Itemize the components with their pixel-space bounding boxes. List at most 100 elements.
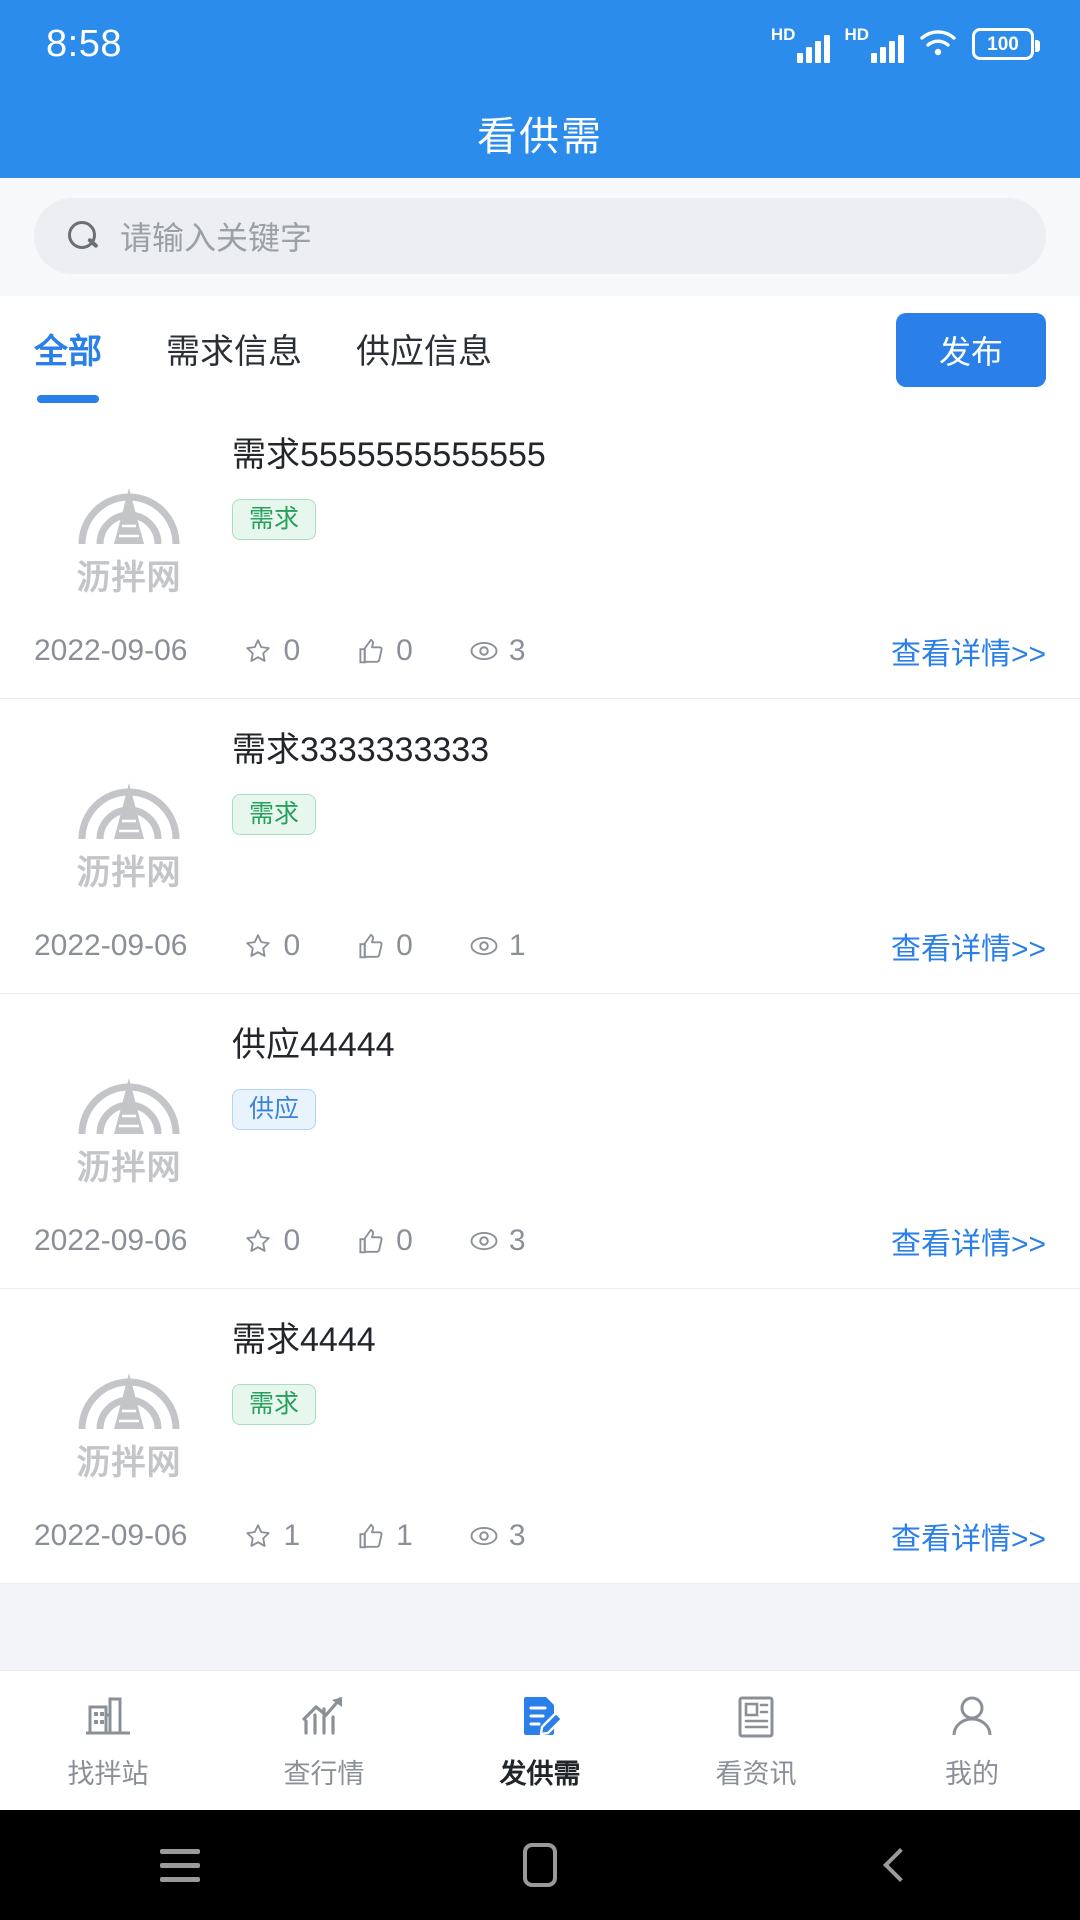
nav-item-find-plant[interactable]: 找拌站 (0, 1691, 216, 1791)
view-detail-link[interactable]: 查看详情>> (891, 1514, 1046, 1558)
back-icon (883, 1848, 917, 1882)
view-count: 3 (508, 1519, 526, 1552)
list-item-body: 沥拌网 供应44444 供应 (34, 994, 1046, 1194)
logo-text: 沥拌网 (76, 1443, 182, 1482)
logo-text: 沥拌网 (76, 1148, 182, 1187)
chart-trend-icon (302, 1696, 342, 1735)
nav-label: 看资讯 (715, 1758, 797, 1789)
like-stat: 0 (356, 634, 413, 668)
news-icon (738, 1696, 774, 1737)
arch-road-logo-icon (78, 487, 180, 544)
view-count: 1 (508, 929, 526, 962)
list-item-body: 沥拌网 需求4444 需求 (34, 1289, 1046, 1489)
publish-date: 2022-09-06 (34, 634, 188, 667)
view-count: 3 (508, 1224, 526, 1257)
like-stat: 1 (356, 1519, 413, 1553)
tab-supply[interactable]: 供应信息 (356, 324, 492, 377)
list-item[interactable]: 沥拌网 需求3333333333 需求 2022-09-06 0 0 1 查看详… (0, 699, 1080, 994)
logo-text: 沥拌网 (76, 558, 182, 597)
publish-date: 2022-09-06 (34, 929, 188, 962)
plant-icon (86, 1697, 130, 1734)
nav-item-profile[interactable]: 我的 (864, 1691, 1080, 1791)
recents-button[interactable] (0, 1848, 360, 1882)
list-item[interactable]: 沥拌网 需求5555555555555 需求 2022-09-06 0 0 3 … (0, 404, 1080, 699)
publish-date: 2022-09-06 (34, 1224, 188, 1257)
view-count: 3 (508, 634, 526, 667)
list-item-title: 需求3333333333 (232, 731, 490, 769)
eye-icon (470, 936, 498, 956)
status-badge: 供应 (232, 1088, 317, 1130)
like-stat: 0 (356, 929, 413, 963)
nav-label: 我的 (945, 1758, 999, 1789)
signal-bars-icon-1 (797, 33, 831, 63)
eye-icon (470, 641, 498, 661)
like-count: 0 (396, 634, 413, 667)
person-icon (952, 1696, 992, 1735)
supply-demand-list[interactable]: 沥拌网 需求5555555555555 需求 2022-09-06 0 0 3 … (0, 404, 1080, 1670)
search-placeholder: 请输入关键字 (120, 220, 313, 256)
view-stat: 3 (469, 1224, 526, 1258)
view-detail-link[interactable]: 查看详情>> (891, 629, 1046, 673)
publish-button[interactable]: 发布 (896, 313, 1046, 387)
list-item-meta: 2022-09-06 1 1 3 查看详情>> (34, 1489, 1046, 1583)
arch-road-logo-icon (78, 782, 180, 839)
thumbs-up-icon (359, 933, 383, 959)
search-section: 请输入关键字 (0, 178, 1080, 296)
nav-item-market[interactable]: 查行情 (216, 1691, 432, 1791)
list-item[interactable]: 沥拌网 供应44444 供应 2022-09-06 0 0 3 查看详情>> (0, 994, 1080, 1289)
search-icon (68, 221, 98, 251)
publish-date: 2022-09-06 (34, 1519, 188, 1552)
list-item[interactable]: 沥拌网 需求4444 需求 2022-09-06 1 1 3 查看详情>> (0, 1289, 1080, 1584)
recents-icon (160, 1848, 200, 1882)
thumbs-up-icon (359, 1228, 383, 1254)
battery-icon: 100 (972, 28, 1040, 60)
tab-bar: 全部 需求信息 供应信息 发布 (0, 296, 1080, 404)
nav-item-publish[interactable]: 发供需 (432, 1691, 648, 1791)
star-icon (246, 1229, 271, 1252)
favorite-count: 0 (283, 634, 301, 667)
status-icons: HD HD 100 (771, 26, 1040, 63)
system-navigation-bar (0, 1810, 1080, 1920)
placeholder-logo: 沥拌网 (34, 430, 224, 604)
thumbs-up-icon (359, 1523, 383, 1549)
view-detail-link[interactable]: 查看详情>> (891, 924, 1046, 968)
status-badge: 需求 (232, 793, 317, 835)
back-button[interactable] (720, 1848, 1080, 1882)
tab-demand[interactable]: 需求信息 (166, 324, 302, 377)
status-bar: 8:58 HD HD 100 (0, 0, 1080, 88)
view-detail-link[interactable]: 查看详情>> (891, 1219, 1046, 1263)
like-count: 0 (396, 929, 413, 962)
placeholder-logo: 沥拌网 (34, 725, 224, 899)
like-count: 1 (396, 1519, 413, 1552)
favorite-stat: 0 (243, 634, 300, 668)
list-item-content: 供应44444 供应 (224, 1020, 1046, 1194)
search-input[interactable]: 请输入关键字 (34, 198, 1046, 274)
signal-1: HD (771, 26, 831, 63)
logo-text: 沥拌网 (76, 853, 182, 892)
status-time: 8:58 (46, 22, 122, 65)
battery-level: 100 (987, 33, 1019, 55)
eye-icon (470, 1231, 498, 1251)
favorite-stat: 0 (243, 929, 300, 963)
signal-bars-icon-2 (871, 33, 904, 63)
list-item-body: 沥拌网 需求3333333333 需求 (34, 699, 1046, 899)
list-item-meta: 2022-09-06 0 0 1 查看详情>> (34, 899, 1046, 993)
view-stat: 3 (469, 1519, 526, 1553)
list-item-meta: 2022-09-06 0 0 3 查看详情>> (34, 604, 1046, 698)
nav-label: 发供需 (499, 1758, 581, 1789)
favorite-count: 0 (283, 1224, 301, 1257)
signal-2: HD (844, 26, 904, 63)
list-item-title: 供应44444 (232, 1026, 395, 1064)
view-stat: 1 (469, 929, 526, 963)
nav-item-news[interactable]: 看资讯 (648, 1691, 864, 1791)
hd-label-1: HD (770, 24, 796, 44)
tab-all[interactable]: 全部 (34, 324, 102, 377)
like-count: 0 (396, 1224, 413, 1257)
list-item-title: 需求4444 (232, 1321, 376, 1359)
view-stat: 3 (469, 634, 526, 668)
placeholder-logo: 沥拌网 (34, 1315, 224, 1489)
wifi-icon (918, 27, 958, 62)
thumbs-up-icon (359, 638, 383, 664)
home-button[interactable] (360, 1843, 720, 1887)
eye-icon (470, 1526, 498, 1546)
